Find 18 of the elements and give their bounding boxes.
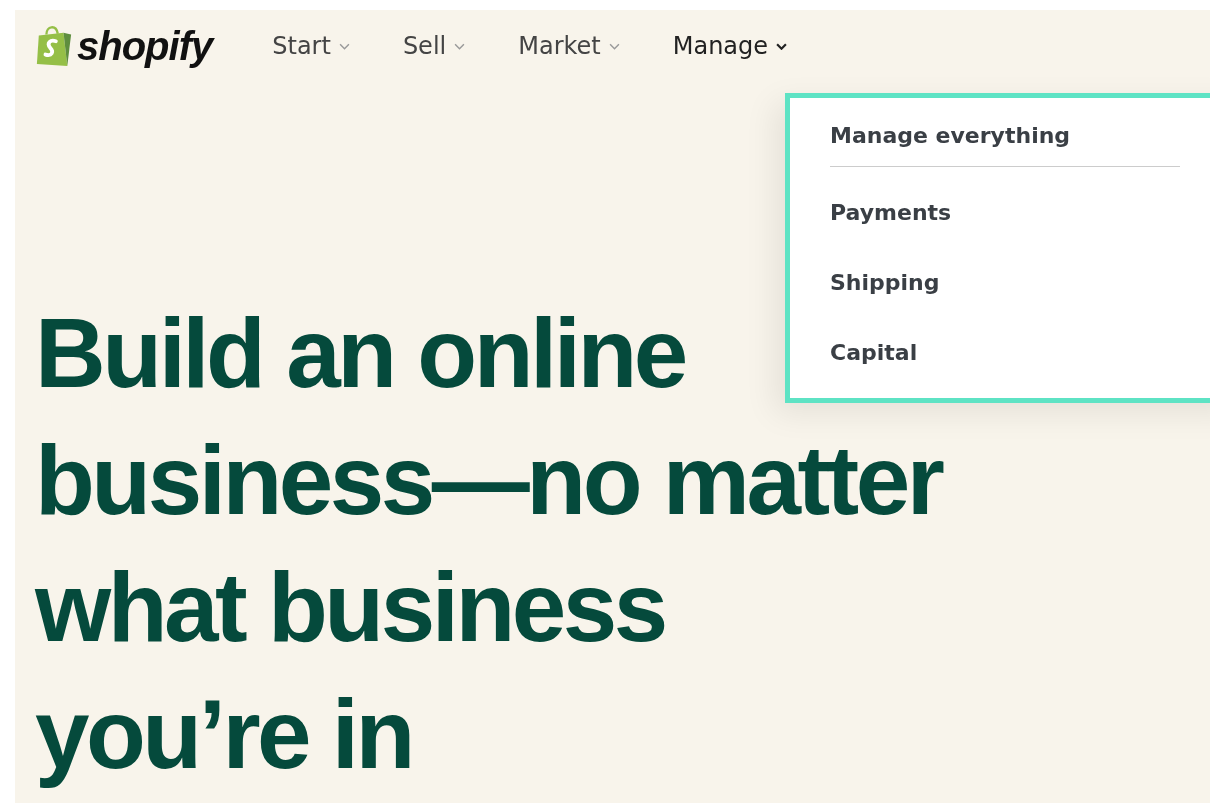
menu-item[interactable]: Payments: [830, 200, 952, 226]
menu-item[interactable]: Capital: [830, 340, 918, 366]
chevron-icon: [338, 42, 350, 50]
menu-item[interactable]: Shipping: [830, 270, 940, 296]
hero-heading-line: you’re in: [35, 678, 412, 791]
menu-item[interactable]: Manage everything: [830, 123, 1071, 149]
nav-menu-item[interactable]: Market: [518, 32, 620, 60]
hero-heading-line: what business: [35, 551, 665, 664]
hero-heading-line: business—no matter: [35, 424, 942, 537]
chevron-icon: [776, 42, 788, 50]
hero-heading-line: Build an online: [35, 297, 685, 410]
logo-text[interactable]: shopify: [77, 23, 213, 69]
shopping-bag-icon: [35, 24, 73, 68]
nav-menu-item[interactable]: Start: [272, 32, 350, 60]
nav-menu-item[interactable]: Sell: [402, 32, 466, 60]
nav-menu-item[interactable]: Manage: [672, 32, 788, 60]
chevron-icon: [454, 42, 466, 50]
chevron-icon: [608, 42, 620, 50]
